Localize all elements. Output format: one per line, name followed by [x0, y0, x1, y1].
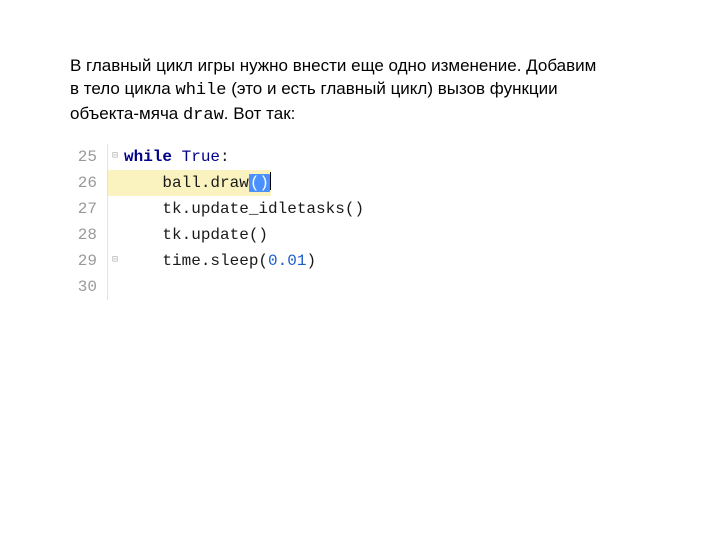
- code-token: (): [249, 174, 270, 192]
- prose-line-3a: объекта-мяча: [70, 104, 183, 123]
- fold-icon: [108, 196, 122, 222]
- text-caret: [270, 172, 271, 190]
- page: В главный цикл игры нужно внести еще одн…: [0, 0, 720, 300]
- fold-icon[interactable]: ⊟: [108, 248, 122, 274]
- code-line: 30: [70, 274, 364, 300]
- code-editor: 25⊟while True:26 ball.draw()27 tk.update…: [70, 144, 364, 300]
- line-number: 30: [70, 274, 108, 300]
- code-token: True: [182, 148, 220, 166]
- code-content: tk.update_idletasks(): [122, 196, 364, 222]
- instructional-text: В главный цикл игры нужно внести еще одн…: [70, 55, 630, 128]
- code-line: 27 tk.update_idletasks(): [70, 196, 364, 222]
- fold-icon: [108, 274, 122, 300]
- code-token: 0.01: [268, 252, 306, 270]
- code-content: time.sleep(0.01): [122, 248, 316, 274]
- inline-code-draw: draw: [183, 106, 224, 125]
- prose-line-2a: в тело цикла: [70, 79, 176, 98]
- code-content: ball.draw(): [122, 170, 271, 196]
- line-number: 25: [70, 144, 108, 170]
- inline-code-while: while: [176, 81, 227, 100]
- prose-line-1: В главный цикл игры нужно внести еще одн…: [70, 56, 596, 75]
- code-content: tk.update(): [122, 222, 268, 248]
- code-token: while: [124, 148, 182, 166]
- code-content: while True:: [122, 144, 230, 170]
- code-token: tk.update_idletasks(): [162, 200, 364, 218]
- code-token: tk.update(): [162, 226, 268, 244]
- line-number: 28: [70, 222, 108, 248]
- line-number: 27: [70, 196, 108, 222]
- fold-icon[interactable]: ⊟: [108, 144, 122, 170]
- code-line: 25⊟while True:: [70, 144, 364, 170]
- prose-line-3b: . Вот так:: [224, 104, 296, 123]
- fold-icon: [108, 222, 122, 248]
- code-line: 28 tk.update(): [70, 222, 364, 248]
- code-token: :: [220, 148, 230, 166]
- code-token: time.sleep(: [162, 252, 268, 270]
- line-number: 26: [70, 170, 108, 196]
- code-content: [122, 274, 124, 300]
- prose-line-2b: (это и есть главный цикл) вызов функции: [227, 79, 558, 98]
- code-line: 26 ball.draw(): [70, 170, 364, 196]
- fold-icon: [108, 170, 122, 196]
- line-number: 29: [70, 248, 108, 274]
- code-token: ball.draw: [162, 174, 248, 192]
- code-token: ): [306, 252, 316, 270]
- code-line: 29⊟ time.sleep(0.01): [70, 248, 364, 274]
